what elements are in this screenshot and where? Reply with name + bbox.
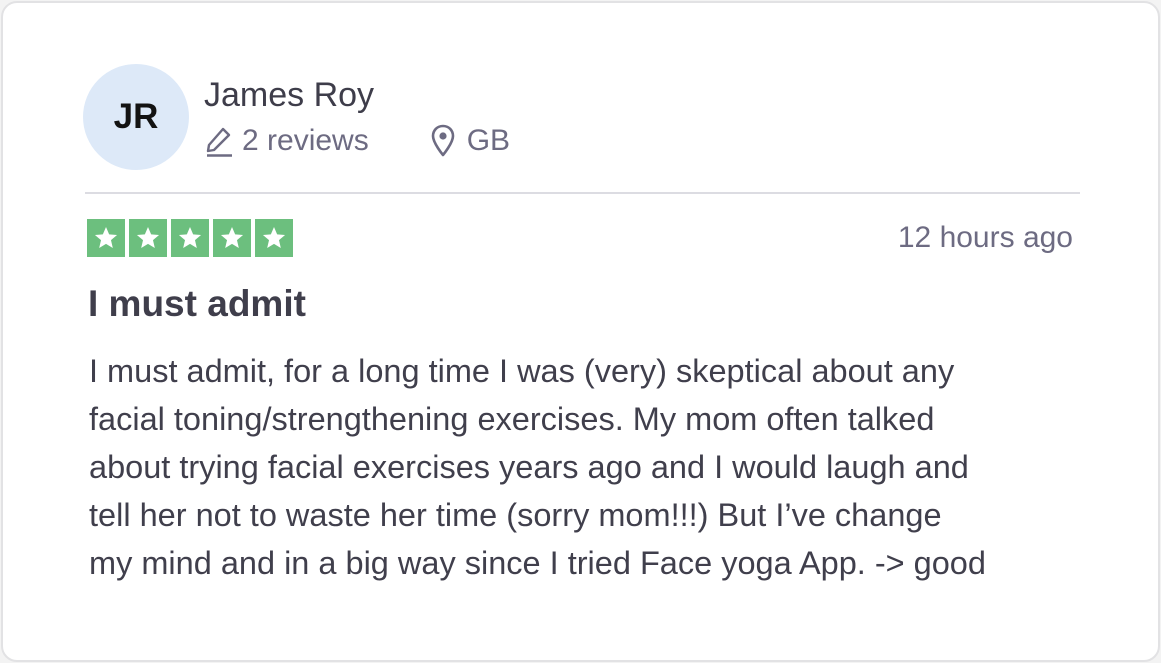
review-body-line: I must admit, for a long time I was (ver… [89, 353, 955, 389]
star-icon [129, 219, 167, 257]
reviewer-name[interactable]: James Roy [204, 75, 374, 115]
avatar[interactable]: JR [83, 64, 189, 170]
reviewer-meta: 2 reviews GB [204, 121, 510, 161]
star-icon [171, 219, 209, 257]
divider [85, 192, 1080, 194]
review-title[interactable]: I must admit [88, 282, 306, 326]
location-pin-icon [431, 124, 455, 158]
reviews-count: 2 reviews [204, 124, 369, 158]
review-card: JR James Roy 2 reviews GB 12 hours ago I… [1, 1, 1160, 662]
review-body: I must admit, for a long time I was (ver… [89, 347, 1089, 587]
reviews-count-label: 2 reviews [242, 124, 369, 157]
review-time: 12 hours ago [897, 221, 1073, 254]
review-body-line: my mind and in a big way since I tried F… [89, 545, 986, 581]
country-label: GB [466, 124, 511, 157]
pencil-icon [204, 124, 234, 158]
reviewer-location: GB [431, 124, 510, 158]
review-body-line: tell her not to waste her time (sorry mo… [89, 497, 942, 533]
star-icon [255, 219, 293, 257]
star-icon [87, 219, 125, 257]
star-rating [87, 219, 293, 257]
review-body-line: facial toning/strengthening exercises. M… [89, 401, 935, 437]
star-icon [213, 219, 251, 257]
avatar-initials: JR [113, 97, 159, 136]
review-body-line: about trying facial exercises years ago … [89, 449, 969, 485]
